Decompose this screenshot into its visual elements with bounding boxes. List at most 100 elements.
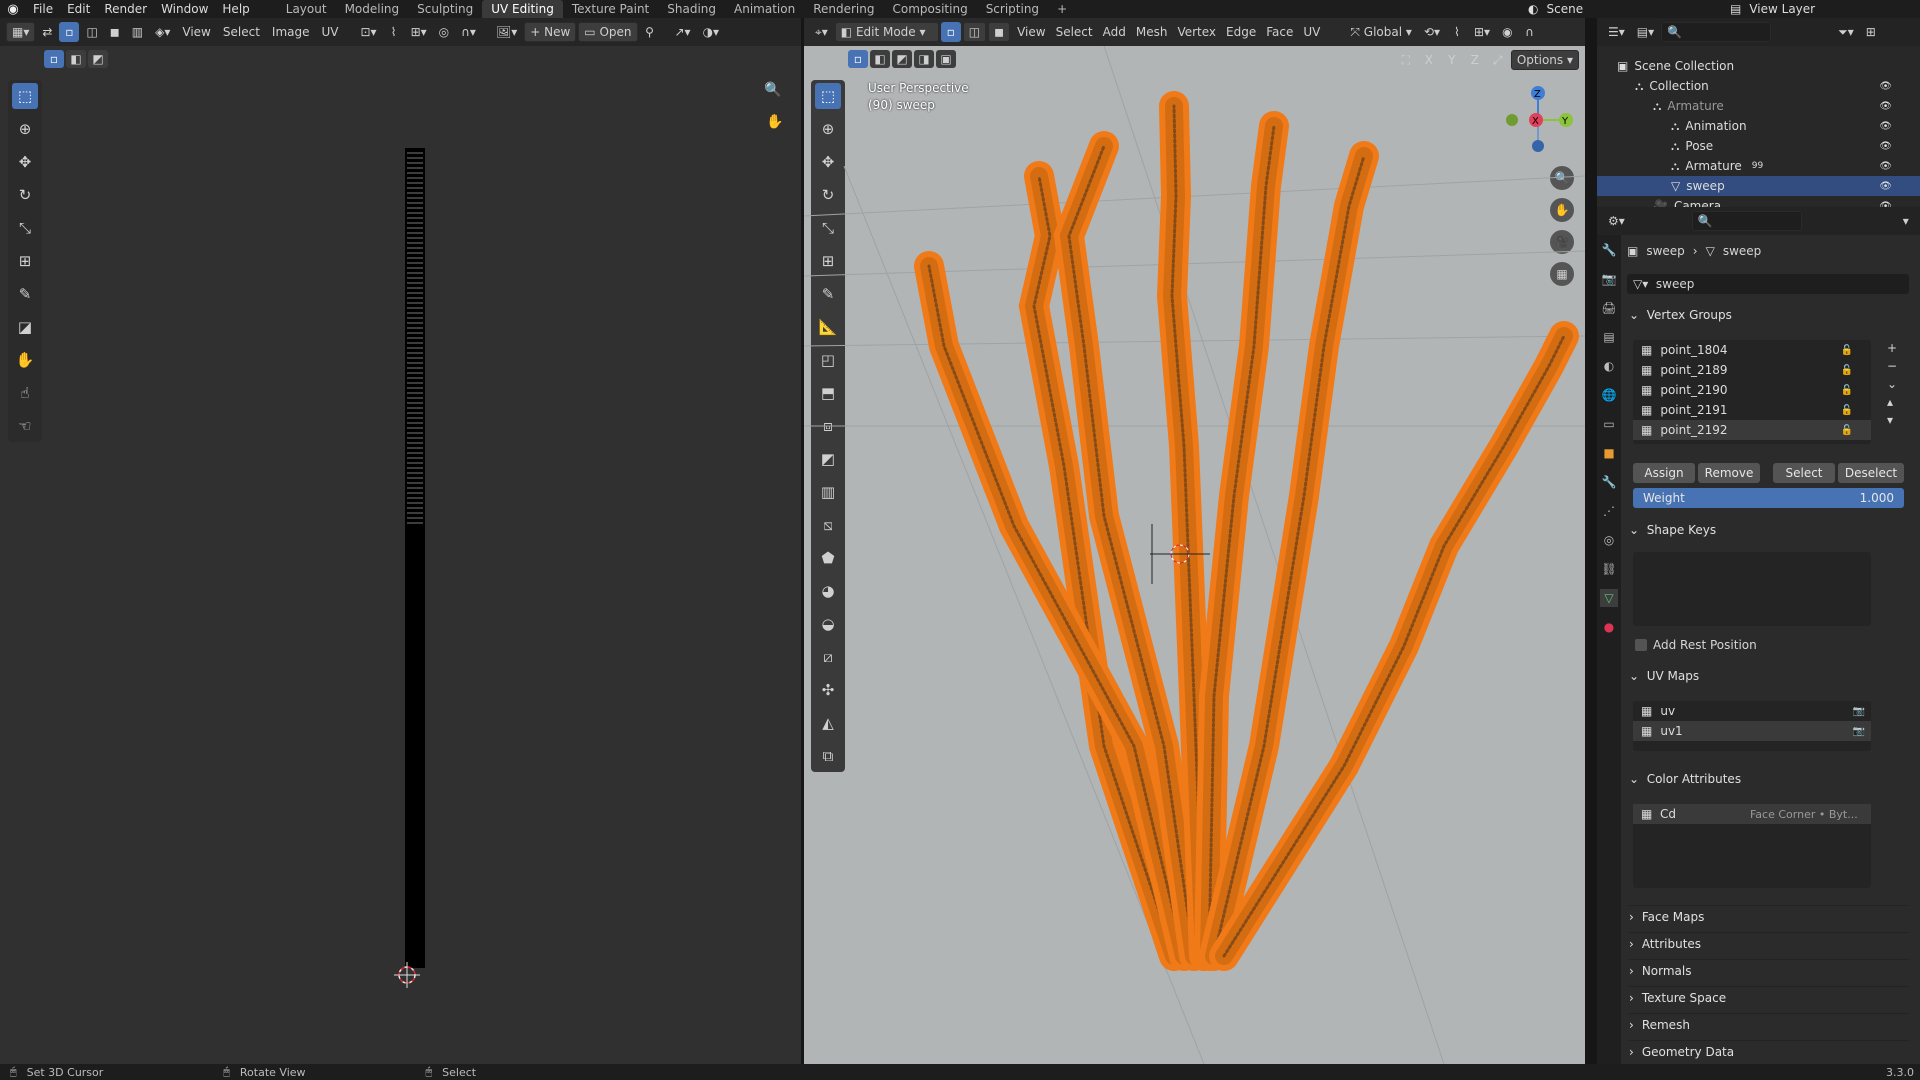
menu-render[interactable]: Render: [97, 0, 154, 18]
pivot-point-icon[interactable]: ⟲▾: [1419, 22, 1445, 42]
add-rest-checkbox[interactable]: [1635, 639, 1647, 651]
outliner-row[interactable]: ▣ Scene Collection: [1597, 56, 1920, 76]
tab-rendering[interactable]: Rendering: [804, 0, 883, 18]
uv-maps-list[interactable]: ▦ uv 📷 ▦ uv1 📷: [1633, 701, 1871, 751]
vp-menu-uv[interactable]: UV: [1298, 22, 1325, 42]
uv-map-item[interactable]: ▦ uv 📷: [1633, 701, 1871, 721]
cursor-icon[interactable]: ⊕: [12, 116, 38, 142]
deselect-button[interactable]: Deselect: [1838, 463, 1904, 483]
edge-select-icon[interactable]: ◫: [81, 22, 102, 42]
render-camera-icon[interactable]: 📷: [1853, 726, 1865, 737]
pinch-icon[interactable]: ☜: [12, 413, 38, 439]
snap-target-icon[interactable]: ⊞▾: [406, 22, 432, 42]
lock-icon[interactable]: 🔓: [1841, 365, 1853, 376]
outliner-type-icon[interactable]: ☰▾: [1603, 22, 1630, 42]
vp-menu-add[interactable]: Add: [1098, 22, 1131, 42]
menu-window[interactable]: Window: [154, 0, 215, 18]
tool-tab-icon[interactable]: 🔧: [1600, 241, 1618, 259]
image-browse-icon[interactable]: 🖼▾: [491, 22, 522, 42]
outliner-row[interactable]: ⛬ Animation 👁: [1597, 116, 1920, 136]
render-camera-icon[interactable]: 📷: [1853, 706, 1865, 717]
visibility-eye-icon[interactable]: 👁: [1879, 161, 1892, 172]
annotate-icon[interactable]: ✎: [12, 281, 38, 307]
pin-icon[interactable]: ⚲: [640, 22, 660, 42]
render-tab-icon[interactable]: 📷: [1600, 270, 1618, 288]
select-button[interactable]: Select: [1773, 463, 1835, 483]
menu-file[interactable]: File: [26, 0, 60, 18]
tab-compositing[interactable]: Compositing: [883, 0, 976, 18]
outliner-search[interactable]: 🔍: [1661, 22, 1772, 42]
vertex-select-icon[interactable]: ▫: [59, 22, 80, 42]
lock-icon[interactable]: 🔓: [1841, 405, 1853, 416]
remove-button[interactable]: Remove: [1698, 463, 1760, 483]
tab-sculpting[interactable]: Sculpting: [408, 0, 482, 18]
lock-icon[interactable]: 🔓: [1841, 425, 1853, 436]
vertex-group-item[interactable]: ▦ point_2192 🔓: [1633, 420, 1871, 440]
mesh-name-field[interactable]: ▽▾ sweep: [1627, 274, 1909, 294]
snapping-icon[interactable]: ⌇: [1447, 22, 1467, 42]
vertex-group-item[interactable]: ▦ point_2191 🔓: [1633, 400, 1871, 420]
vertex-groups-list[interactable]: ▦ point_1804 🔓 ▦ point_2189 🔓 ▦ point_2190 🔓 ▦ poi…: [1633, 340, 1871, 444]
panel-normals[interactable]: › Normals: [1629, 959, 1909, 981]
particles-tab-icon[interactable]: ⋰: [1600, 502, 1618, 520]
island-select-icon[interactable]: ▥: [127, 22, 148, 42]
outliner-row[interactable]: ⛬ Pose 👁: [1597, 136, 1920, 156]
panel-remesh[interactable]: › Remesh: [1629, 1013, 1909, 1035]
snap-settings-icon[interactable]: ⊞▾: [1469, 22, 1495, 42]
grab-icon[interactable]: ✋: [12, 347, 38, 373]
filter-icon[interactable]: ⏷▾: [1833, 22, 1859, 42]
shape-keys-list[interactable]: [1633, 552, 1871, 626]
visibility-eye-icon[interactable]: 👁: [1879, 181, 1892, 192]
constraints-tab-icon[interactable]: ⛓: [1600, 560, 1618, 578]
tab-uv-editing[interactable]: UV Editing: [482, 0, 563, 18]
modifier-tab-icon[interactable]: 🔧: [1600, 473, 1618, 491]
uv-editor[interactable]: ▦▾ ⇄ ▫ ◫ ◼ ▥ ◈▾ View Select Image UV ⊡▾ …: [0, 18, 801, 1064]
visibility-eye-icon[interactable]: 👁: [1879, 81, 1892, 92]
mesh-view[interactable]: [804, 46, 1585, 1064]
proportional-icon[interactable]: ◎: [434, 22, 454, 42]
select-subtract-icon[interactable]: ◩: [88, 50, 108, 68]
uv-cursor-icon[interactable]: [394, 962, 420, 988]
vertex-mode-icon[interactable]: ▫: [940, 22, 961, 42]
outliner-row[interactable]: ⛬ Armature 👁: [1597, 96, 1920, 116]
visibility-eye-icon[interactable]: 👁: [1879, 101, 1892, 112]
move-icon[interactable]: ✥: [12, 149, 38, 175]
lock-icon[interactable]: 🔓: [1841, 345, 1853, 356]
sticky-mode-icon[interactable]: ◈▾: [150, 22, 175, 42]
outliner-row[interactable]: ▽ sweep 👁: [1597, 176, 1920, 196]
vertex-group-item[interactable]: ▦ point_2190 🔓: [1633, 380, 1871, 400]
scene-selector[interactable]: ◐ Scene: [1528, 0, 1583, 18]
view-layer-selector[interactable]: ▤ View Layer: [1730, 0, 1815, 18]
panel-attributes[interactable]: › Attributes: [1629, 932, 1909, 954]
output-tab-icon[interactable]: 🖨: [1600, 299, 1618, 317]
material-tab-icon[interactable]: ●: [1600, 618, 1618, 636]
sync-selection-icon[interactable]: ⇄: [37, 22, 57, 42]
visibility-eye-icon[interactable]: 👁: [1879, 141, 1892, 152]
snap-icon[interactable]: ⌇: [384, 22, 404, 42]
vg-specials-icon[interactable]: ⌄: [1887, 377, 1897, 391]
outliner-row[interactable]: ⛬ Collection 👁: [1597, 76, 1920, 96]
orientation-selector[interactable]: ⤧ Global ▾: [1345, 22, 1417, 42]
falloff-curve-icon[interactable]: ∩: [1520, 22, 1540, 42]
vertex-group-item[interactable]: ▦ point_1804 🔓: [1633, 340, 1871, 360]
pan-icon[interactable]: ✋: [766, 114, 783, 130]
vp-menu-select[interactable]: Select: [1051, 22, 1098, 42]
menu-help[interactable]: Help: [215, 0, 256, 18]
shape-keys-header[interactable]: ⌄ Shape Keys: [1629, 519, 1716, 541]
rotate-icon[interactable]: ↻: [12, 182, 38, 208]
display-mode-icon[interactable]: ▤▾: [1632, 22, 1659, 42]
outliner[interactable]: ☰▾ ▤▾ 🔍 ⏷▾ ⊞ ▣ Scene Collection ⛬ Collect…: [1597, 18, 1920, 213]
collection-tab-icon[interactable]: ▭: [1600, 415, 1618, 433]
scale-icon[interactable]: ⤡: [12, 215, 38, 241]
edge-mode-icon[interactable]: ◫: [962, 22, 987, 42]
relax-icon[interactable]: ☝: [12, 380, 38, 406]
proportional-edit-icon[interactable]: ◉: [1497, 22, 1517, 42]
tab-texture-paint[interactable]: Texture Paint: [563, 0, 658, 18]
uv-menu-uv[interactable]: UV: [317, 22, 344, 42]
color-attribute-item[interactable]: ▦ Cd Face Corner • Byt...: [1633, 804, 1871, 824]
lock-icon[interactable]: 🔓: [1841, 385, 1853, 396]
assign-button[interactable]: Assign: [1633, 463, 1695, 483]
scene-tab-icon[interactable]: ◐: [1600, 357, 1618, 375]
add-rest-position-row[interactable]: Add Rest Position: [1635, 638, 1757, 652]
face-mode-icon[interactable]: ◼: [988, 22, 1011, 42]
